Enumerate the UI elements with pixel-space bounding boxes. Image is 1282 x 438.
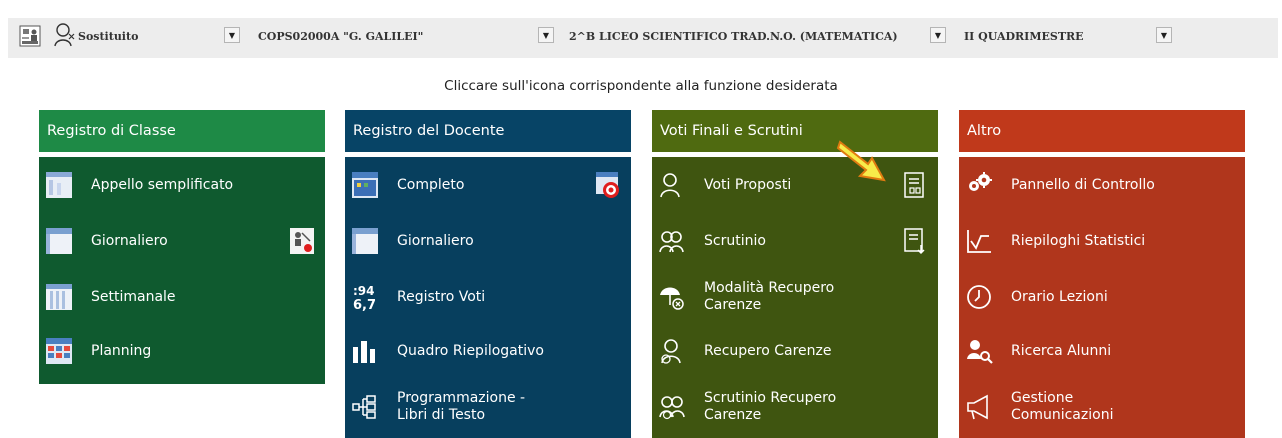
period-select[interactable]: II QUADRIMESTRE: [964, 25, 1084, 47]
panel-registro-classe: Registro di Classe Appello semplificato …: [39, 110, 325, 384]
menu-item-giornaliero-docente[interactable]: Giornaliero: [345, 221, 631, 261]
calendar-icon: [351, 227, 379, 255]
document-users-icon[interactable]: [902, 171, 928, 199]
pointer-arrow-icon: [836, 136, 888, 186]
panel-voti-scrutini: Voti Finali e Scrutini Voti Proposti Scr…: [652, 110, 938, 438]
instruction-text: Cliccare sull'icona corrispondente alla …: [444, 78, 838, 94]
umbrella-icon: [658, 283, 686, 311]
menu-item-pannello-controllo[interactable]: Pannello di Controllo: [959, 165, 1245, 205]
period-dropdown-button[interactable]: ▼: [1156, 27, 1172, 43]
class-dropdown-button[interactable]: ▼: [930, 27, 946, 43]
menu-item-quadro-riepilogativo[interactable]: Quadro Riepilogativo: [345, 331, 631, 371]
class-select[interactable]: 2^B LICEO SCIENTIFICO TRAD.N.O. (MATEMAT…: [569, 25, 898, 47]
bar-chart-icon: [351, 337, 379, 365]
calendar-week-icon: [45, 283, 73, 311]
user-plus-icon: [658, 337, 686, 365]
panel-title: Altro: [959, 110, 1245, 152]
school-dropdown-button[interactable]: ▼: [538, 27, 554, 43]
user-search-icon: [965, 337, 993, 365]
users-outline-icon: [658, 227, 686, 255]
calendar-grid-icon: [351, 171, 379, 199]
panel-title: Registro del Docente: [345, 110, 631, 152]
calendar-icon: [45, 227, 73, 255]
menu-item-voti-proposti[interactable]: Voti Proposti: [652, 165, 938, 205]
panel-body: Pannello di Controllo Riepiloghi Statist…: [959, 157, 1245, 438]
menu-item-completo[interactable]: Completo: [345, 165, 631, 205]
user-outline-icon: [658, 171, 686, 199]
menu-item-planning[interactable]: Planning: [39, 331, 325, 371]
grades-icon: :94 6,7: [351, 283, 379, 311]
megaphone-icon: [965, 393, 993, 421]
menu-item-settimanale[interactable]: Settimanale: [39, 277, 325, 317]
presence-icon[interactable]: [289, 227, 315, 255]
menu-item-scrutinio-recupero[interactable]: Scrutinio Recupero Carenze: [652, 387, 938, 427]
menu-item-appello[interactable]: Appello semplificato: [39, 165, 325, 205]
menu-item-gestione-comunicazioni[interactable]: Gestione Comunicazioni: [959, 387, 1245, 427]
panel-body: Voti Proposti Scrutinio Modalità Recuper…: [652, 157, 938, 438]
svg-text::94: :94: [353, 284, 375, 298]
planning-grid-icon: [45, 337, 73, 365]
menu-item-registro-voti[interactable]: :94 6,7 Registro Voti: [345, 277, 631, 317]
menu-item-recupero-carenze[interactable]: Recupero Carenze: [652, 331, 938, 371]
panel-title: Voti Finali e Scrutini: [652, 110, 938, 152]
menu-item-ricerca-alunni[interactable]: Ricerca Alunni: [959, 331, 1245, 371]
menu-item-orario[interactable]: Orario Lezioni: [959, 277, 1245, 317]
users-plus-icon: [658, 393, 686, 421]
panel-body: Appello semplificato Giornaliero Settima…: [39, 157, 325, 384]
user-label[interactable]: Sostituito: [78, 25, 138, 47]
line-chart-icon: [965, 227, 993, 255]
panel-title: Registro di Classe: [39, 110, 325, 152]
school-icon[interactable]: [18, 24, 42, 48]
menu-item-scrutinio[interactable]: Scrutinio: [652, 221, 938, 261]
school-select[interactable]: COPS02000A "G. GALILEI": [258, 25, 423, 47]
menu-item-programmazione[interactable]: Programmazione - Libri di Testo: [345, 387, 631, 427]
calendar-icon: [45, 171, 73, 199]
svg-text:6,7: 6,7: [353, 298, 376, 311]
panel-altro: Altro Pannello di Controllo Riepiloghi S…: [959, 110, 1245, 438]
panel-body: Completo Giornaliero :94 6,7 Registro Vot…: [345, 157, 631, 438]
panel-registro-docente: Registro del Docente Completo Giornalier…: [345, 110, 631, 438]
target-icon[interactable]: [595, 171, 621, 199]
gears-icon: [965, 171, 993, 199]
document-download-icon[interactable]: [902, 227, 928, 255]
menu-item-giornaliero-classe[interactable]: Giornaliero: [39, 221, 325, 261]
menu-item-riepiloghi[interactable]: Riepiloghi Statistici: [959, 221, 1245, 261]
user-dropdown-button[interactable]: ▼: [224, 27, 240, 43]
top-bar: Sostituito ▼ COPS02000A "G. GALILEI" ▼ 2…: [0, 0, 1282, 58]
tree-icon: [351, 393, 379, 421]
user-icon[interactable]: [54, 22, 76, 48]
clock-icon: [965, 283, 993, 311]
menu-item-modalita-recupero[interactable]: Modalità Recupero Carenze: [652, 277, 938, 317]
